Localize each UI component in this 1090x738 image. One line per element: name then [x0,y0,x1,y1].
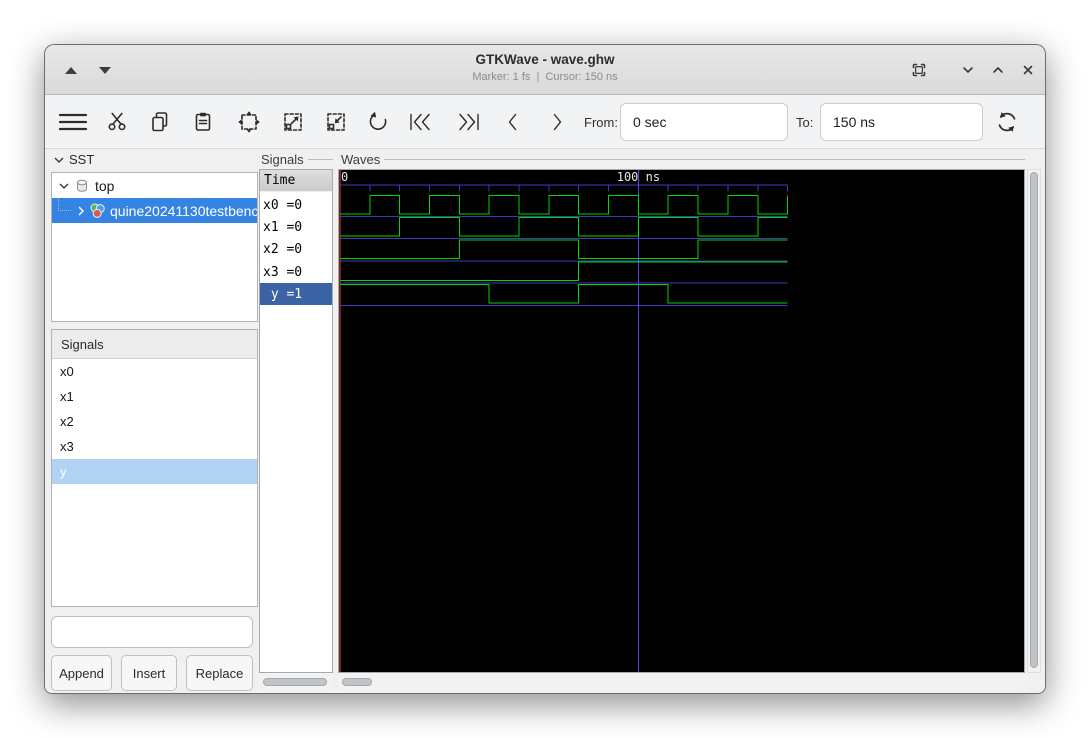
scrollbar-thumb[interactable] [342,678,372,686]
waves-frame-label: Waves [341,151,1025,167]
chevron-down-icon [54,157,64,163]
signal-list-item-y[interactable]: y [52,459,257,484]
close-button[interactable] [1015,58,1041,82]
signals-list-panel: Signals x0 x1 x2 x3 y [51,329,258,607]
gtkwave-window: GTKWave - wave.ghw Marker: 1 fs | Cursor… [44,44,1046,694]
name-row-x2[interactable]: x2 =0 [260,239,332,261]
hamburger-icon [58,113,88,131]
skip-to-start-button[interactable] [404,104,440,140]
scrollbar-thumb[interactable] [1030,172,1038,668]
close-icon [1023,65,1033,75]
wave-trace-x2 [340,239,788,259]
names-horizontal-scrollbar[interactable] [259,673,333,691]
zoom-in-icon [284,113,302,131]
waves-vertical-scrollbar[interactable] [1027,169,1041,673]
wave-trace-x3 [340,261,788,282]
zoom-fit-headerbar-button[interactable] [906,58,932,82]
chevron-left-icon [508,113,517,131]
toolbar: From: To: [45,95,1045,149]
wave-trace-x1 [340,217,788,237]
insert-button[interactable]: Insert [121,655,177,691]
svg-text:0: 0 [341,170,348,184]
signal-names-panel: Time x0 =0 x1 =0 x2 =0 x3 =0 y =1 [259,169,333,673]
sst-expander[interactable]: SST [53,152,94,167]
zoom-out-icon [327,113,345,131]
window-title: GTKWave - wave.ghw [475,52,615,67]
wave-canvas-svg[interactable]: 0 100 ns [339,170,1024,672]
skip-to-end-button[interactable] [449,104,485,140]
skip-end-icon [459,113,479,131]
copy-button[interactable] [142,104,178,140]
signals-list-header: Signals [52,330,257,359]
testbench-icon [90,203,105,218]
chevron-up-icon [993,67,1003,73]
title-block: GTKWave - wave.ghw Marker: 1 fs | Cursor… [245,52,845,84]
name-row-x1[interactable]: x1 =0 [260,216,332,238]
paste-icon [195,112,211,131]
menu-button[interactable] [55,104,91,140]
signal-list-item-x2[interactable]: x2 [52,409,257,434]
undo-icon [369,111,387,130]
signal-list-item-x0[interactable]: x0 [52,359,257,384]
database-icon [77,179,87,192]
zoom-out-button[interactable] [318,104,354,140]
undo-button[interactable] [360,104,396,140]
window-subtitle: Marker: 1 fs | Cursor: 150 ns [472,71,618,83]
zoom-in-button[interactable] [275,104,311,140]
maximize-button[interactable] [985,58,1011,82]
signal-list-item-x1[interactable]: x1 [52,384,257,409]
desktop: GTKWave - wave.ghw Marker: 1 fs | Cursor… [0,0,1090,738]
waves-horizontal-scrollbar[interactable] [338,673,1025,691]
wave-canvas[interactable]: 0 100 ns [338,169,1025,673]
zoom-fit-button[interactable] [231,104,267,140]
expander-chevron-right-icon[interactable] [73,203,89,219]
minimize-button[interactable] [955,58,981,82]
paste-button[interactable] [185,104,221,140]
tree-item-label: top [95,177,115,194]
from-label: From: [584,115,618,130]
tree-item-top[interactable]: top [52,173,257,198]
signal-list-item-x3[interactable]: x3 [52,434,257,459]
next-edge-button[interactable] [539,104,575,140]
headerbar: GTKWave - wave.ghw Marker: 1 fs | Cursor… [45,45,1045,95]
tree-branch-line [58,198,71,211]
search-input[interactable] [66,623,246,641]
scope-tree: top quine20241130testbench [51,172,258,322]
chevron-right-icon [553,113,562,131]
to-input[interactable] [820,103,983,141]
expander-chevron-down-icon[interactable] [56,178,72,194]
scissors-icon [108,112,126,131]
nav-down-button[interactable] [92,58,118,82]
scrollbar-thumb[interactable] [263,678,327,686]
nav-up-button[interactable] [58,58,84,82]
fit-frame-icon [912,63,926,77]
main-area: SST top quine20241130testbench Signals x… [45,149,1045,693]
replace-button[interactable]: Replace [186,655,253,691]
copy-icon [152,112,168,132]
chevron-down-icon [963,67,973,73]
svg-text:100 ns: 100 ns [617,170,660,184]
reload-icon [998,112,1016,132]
name-row-x3[interactable]: x3 =0 [260,261,332,283]
tree-item-label: quine20241130testbench [110,202,257,219]
prev-edge-button[interactable] [495,104,531,140]
wave-trace-x0 [340,194,789,215]
sst-label: SST [69,152,95,167]
append-button[interactable]: Append [51,655,112,691]
skip-start-icon [410,113,430,131]
time-header[interactable]: Time [260,170,332,192]
wave-trace-y [340,284,788,304]
cut-button[interactable] [99,104,135,140]
name-row-x0[interactable]: x0 =0 [260,194,332,216]
name-row-y[interactable]: y =1 [260,283,332,306]
names-frame-label: Signals [261,151,333,167]
to-label: To: [796,115,814,130]
signal-search[interactable] [51,616,253,648]
triangle-down-icon [99,66,111,74]
from-input[interactable] [620,103,788,141]
reload-button[interactable] [989,104,1025,140]
tree-item-testbench[interactable]: quine20241130testbench [52,198,257,223]
zoom-fit-icon [238,111,260,133]
triangle-up-icon [65,66,77,74]
